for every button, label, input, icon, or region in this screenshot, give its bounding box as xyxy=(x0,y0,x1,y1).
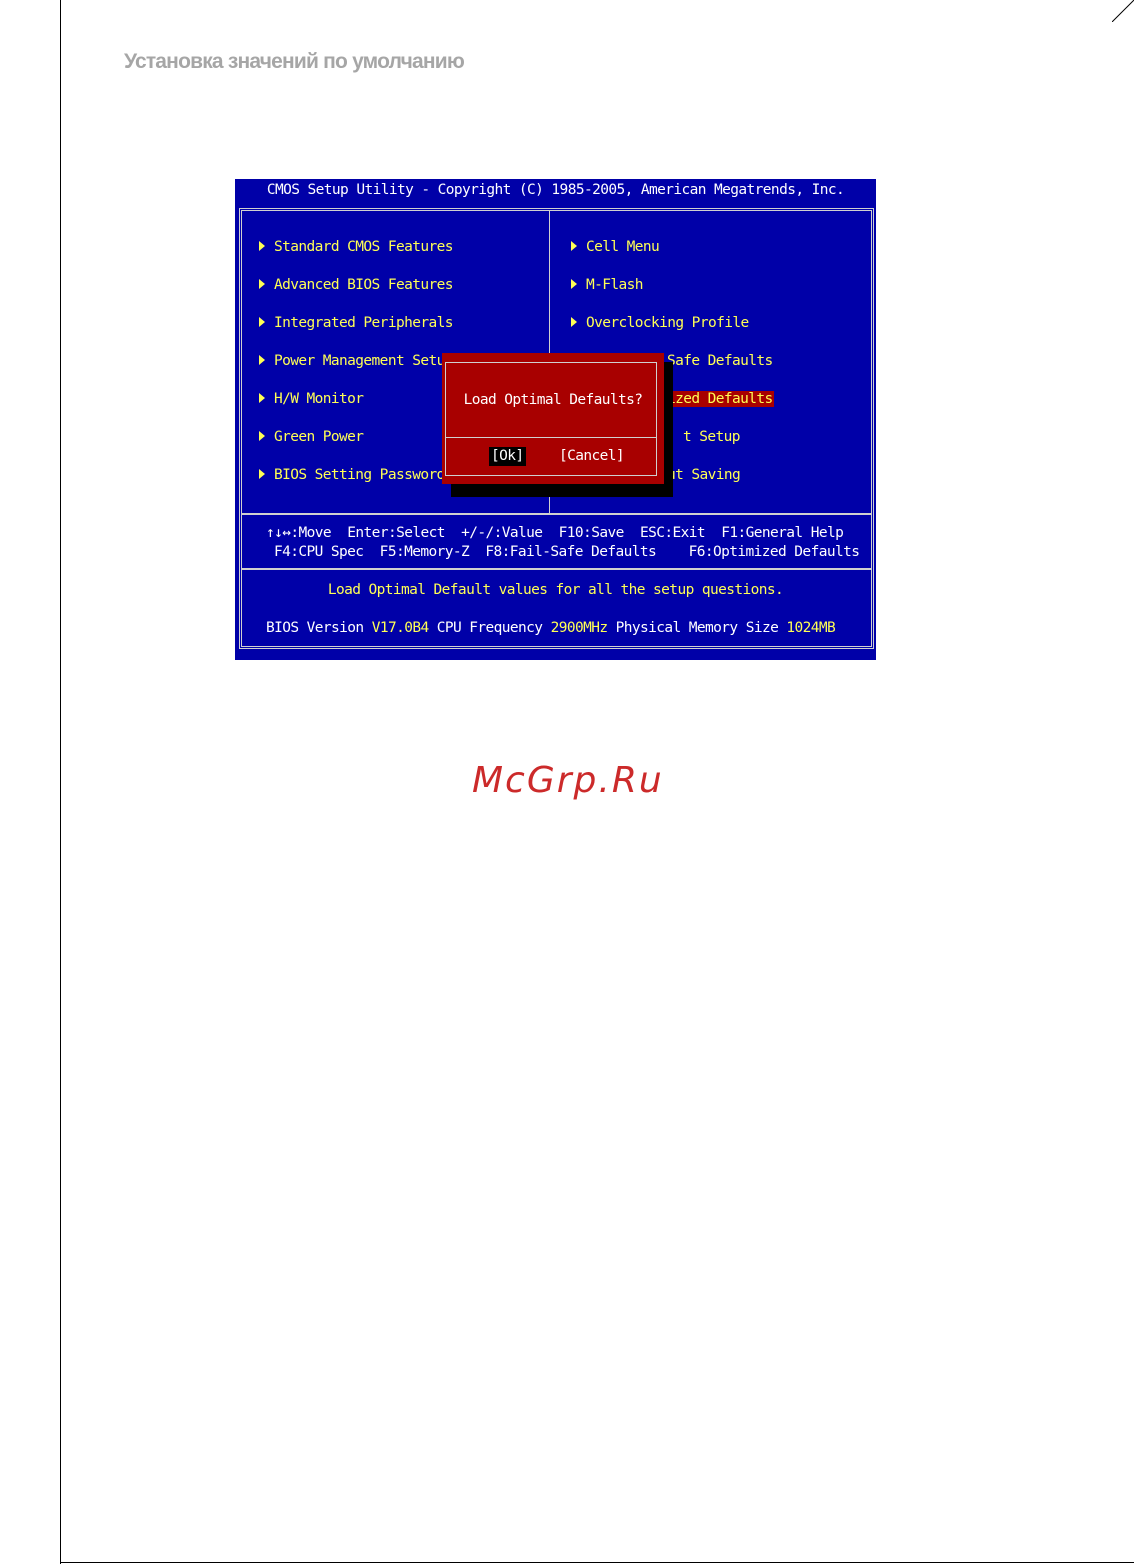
arrow-right-icon xyxy=(259,431,265,441)
bios-version-value: V17.0B4 xyxy=(371,620,430,636)
menu-item-bios-setting-password[interactable]: BIOS Setting Password xyxy=(259,465,445,485)
dialog-separator xyxy=(445,437,657,438)
watermark: McGrp.Ru xyxy=(472,760,664,801)
cpu-frequency-value: 2900MHz xyxy=(550,620,609,636)
cancel-button[interactable]: [Cancel] xyxy=(557,447,626,466)
page-corner-mark xyxy=(1112,0,1134,22)
menu-item-standard-cmos-features[interactable]: Standard CMOS Features xyxy=(259,237,453,257)
menu-item-advanced-bios-features[interactable]: Advanced BIOS Features xyxy=(259,275,453,295)
section-heading: Установка значений по умолчанию xyxy=(124,50,465,73)
arrow-right-icon xyxy=(259,393,265,403)
menu-item-save-exit-setup[interactable]: t Setup xyxy=(683,427,741,447)
memory-size-label: Physical Memory Size xyxy=(607,620,787,636)
page-left-rule xyxy=(60,0,61,1564)
memory-size-value: 1024MB xyxy=(786,620,836,636)
menu-item-exit-without-saving[interactable]: ut Saving xyxy=(667,465,741,485)
arrow-right-icon xyxy=(259,317,265,327)
dialog-message: Load Optimal Defaults? xyxy=(463,392,643,408)
key-help-line-2: F4:CPU Spec F5:Memory-Z F8:Fail-Safe Def… xyxy=(274,544,860,560)
menu-item-green-power[interactable]: Green Power xyxy=(259,427,364,447)
menu-item-cell-menu[interactable]: Cell Menu xyxy=(571,237,660,257)
page-bottom-rule xyxy=(60,1562,1134,1563)
ok-button[interactable]: [Ok] xyxy=(489,447,526,466)
help-text: Load Optimal Default values for all the … xyxy=(327,582,784,598)
menu-item-integrated-peripherals[interactable]: Integrated Peripherals xyxy=(259,313,453,333)
status-bar: BIOS Version V17.0B4 CPU Frequency 2900M… xyxy=(266,618,836,638)
menu-item-hw-monitor[interactable]: H/W Monitor xyxy=(259,389,364,409)
arrow-right-icon xyxy=(571,279,577,289)
arrow-right-icon xyxy=(571,241,577,251)
key-help-line-1: ↑↓↔:Move Enter:Select +/-/:Value F10:Sav… xyxy=(266,525,844,541)
menu-item-m-flash[interactable]: M-Flash xyxy=(571,275,644,295)
menu-item-load-fail-safe-defaults[interactable]: Safe Defaults xyxy=(667,351,773,371)
arrow-right-icon xyxy=(259,279,265,289)
key-help-divider xyxy=(242,513,872,515)
arrow-right-icon xyxy=(259,241,265,251)
menu-item-overclocking-profile[interactable]: Overclocking Profile xyxy=(571,313,749,333)
bios-screen: CMOS Setup Utility - Copyright (C) 1985-… xyxy=(235,179,876,660)
help-text-divider xyxy=(242,568,872,570)
menu-item-power-management-setup[interactable]: Power Management Setup xyxy=(259,351,453,371)
bios-version-label: BIOS Version xyxy=(266,620,372,636)
menu-item-load-optimized-defaults[interactable]: ized Defaults xyxy=(666,389,774,409)
arrow-right-icon xyxy=(571,317,577,327)
bios-title: CMOS Setup Utility - Copyright (C) 1985-… xyxy=(235,179,876,201)
cpu-frequency-label: CPU Frequency xyxy=(428,620,551,636)
arrow-right-icon xyxy=(259,469,265,479)
arrow-right-icon xyxy=(259,355,265,365)
confirm-dialog: Load Optimal Defaults? [Ok] [Cancel] xyxy=(442,353,664,484)
